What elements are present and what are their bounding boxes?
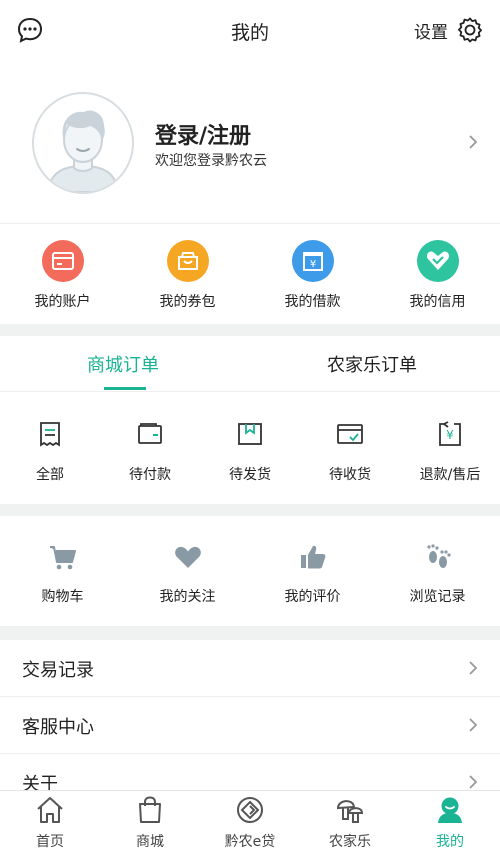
mushroom-icon [336, 800, 364, 823]
finance-shortcuts: 我的账户 我的券包 ¥ 我的借款 我的信用 [0, 224, 500, 324]
chevron-right-icon [469, 775, 478, 789]
order-unpaid-button[interactable]: 待付款 [100, 392, 200, 504]
my-coupons-button[interactable]: 我的券包 [125, 224, 250, 324]
tab-home-label: 首页 [36, 834, 64, 850]
welcome-text: 欢迎您登录黔农云 [155, 153, 267, 169]
my-follows-label: 我的关注 [159, 589, 216, 605]
order-all-label: 全部 [36, 467, 64, 483]
footprint-icon [426, 544, 451, 568]
tab-mall-orders[interactable]: 商城订单 [87, 351, 159, 377]
my-credit-button[interactable]: 我的信用 [375, 224, 500, 324]
browse-history-label: 浏览记录 [409, 589, 466, 605]
settings-button[interactable]: 设置 [414, 16, 484, 44]
package-icon [238, 423, 262, 445]
order-unshipped-button[interactable]: 待发货 [200, 392, 300, 504]
order-unreceived-label: 待收货 [329, 467, 371, 483]
my-credit-label: 我的信用 [409, 294, 466, 310]
order-refund-label: 退款/售后 [419, 467, 481, 483]
menu-list: 交易记录 客服中心 关于 [0, 640, 500, 811]
chevron-right-icon [469, 718, 478, 732]
menu-item-transactions[interactable]: 交易记录 [0, 640, 500, 697]
tab-farmhouse[interactable]: 农家乐 [300, 791, 400, 852]
svg-text:¥: ¥ [446, 428, 454, 442]
receipt-icon [40, 422, 60, 447]
cart-label: 购物车 [41, 589, 84, 605]
tab-mine[interactable]: 我的 [400, 791, 500, 852]
order-status-shortcuts: 全部 待付款 待发货 待收货 ¥ 退款/售后 [0, 392, 500, 504]
settings-label: 设置 [414, 22, 448, 43]
menu-item-label: 客服中心 [22, 717, 94, 738]
svg-text:¥: ¥ [309, 259, 315, 270]
chevron-right-icon [469, 135, 478, 149]
tab-e-loan[interactable]: 黔农e贷 [200, 791, 300, 852]
profile-card[interactable]: 登录/注册 欢迎您登录黔农云 [0, 62, 500, 224]
my-account-label: 我的账户 [34, 294, 91, 310]
refund-icon: ¥ [439, 421, 461, 446]
coupon-bag-icon [166, 240, 209, 282]
user-icon [438, 797, 462, 823]
tools-shortcuts: 购物车 我的关注 我的评价 浏览记录 [0, 516, 500, 626]
tab-farmhouse-label: 农家乐 [329, 834, 371, 850]
my-reviews-label: 我的评价 [284, 589, 341, 605]
wallet-outline-icon [138, 423, 162, 444]
menu-item-customer-service[interactable]: 客服中心 [0, 697, 500, 754]
my-loans-label: 我的借款 [284, 294, 341, 310]
my-reviews-button[interactable]: 我的评价 [250, 516, 375, 626]
order-refund-button[interactable]: ¥ 退款/售后 [400, 392, 500, 504]
gear-icon [458, 17, 482, 43]
order-unpaid-label: 待付款 [129, 467, 171, 483]
order-tabs: 商城订单 农家乐订单 [0, 336, 500, 392]
tab-farmhouse-orders[interactable]: 农家乐订单 [327, 351, 417, 377]
avatar[interactable] [32, 92, 134, 194]
tab-mall[interactable]: 商城 [100, 791, 200, 852]
order-unshipped-label: 待发货 [229, 467, 271, 483]
my-follows-button[interactable]: 我的关注 [125, 516, 250, 626]
bottom-tab-bar: 首页 商城 黔农e贷 农家乐 我的 [0, 790, 500, 852]
card-check-icon [337, 424, 363, 444]
loan-circle-icon [237, 797, 263, 823]
tab-mall-label: 商城 [136, 834, 164, 850]
chevron-right-icon [469, 661, 478, 675]
cart-button[interactable]: 购物车 [0, 516, 125, 626]
order-all-button[interactable]: 全部 [0, 392, 100, 504]
tab-home[interactable]: 首页 [0, 791, 100, 852]
shopping-bag-icon [139, 796, 161, 823]
my-loans-button[interactable]: ¥ 我的借款 [250, 224, 375, 324]
credit-heart-icon [416, 240, 459, 282]
active-tab-indicator [104, 387, 146, 390]
tab-mine-label: 我的 [436, 834, 464, 850]
top-bar: 我的 设置 [0, 0, 500, 62]
tab-e-loan-label: 黔农e贷 [224, 834, 276, 850]
order-unreceived-button[interactable]: 待收货 [300, 392, 400, 504]
menu-item-label: 交易记录 [22, 660, 94, 681]
default-avatar-icon [34, 94, 132, 192]
login-register-link[interactable]: 登录/注册 [155, 118, 251, 150]
my-coupons-label: 我的券包 [159, 294, 216, 310]
cart-icon [49, 546, 76, 570]
loan-icon: ¥ [291, 240, 334, 282]
thumbs-up-icon [300, 545, 325, 569]
wallet-icon [41, 240, 84, 282]
heart-icon [174, 546, 201, 568]
home-icon [37, 797, 63, 823]
my-account-button[interactable]: 我的账户 [0, 224, 125, 324]
browse-history-button[interactable]: 浏览记录 [375, 516, 500, 626]
